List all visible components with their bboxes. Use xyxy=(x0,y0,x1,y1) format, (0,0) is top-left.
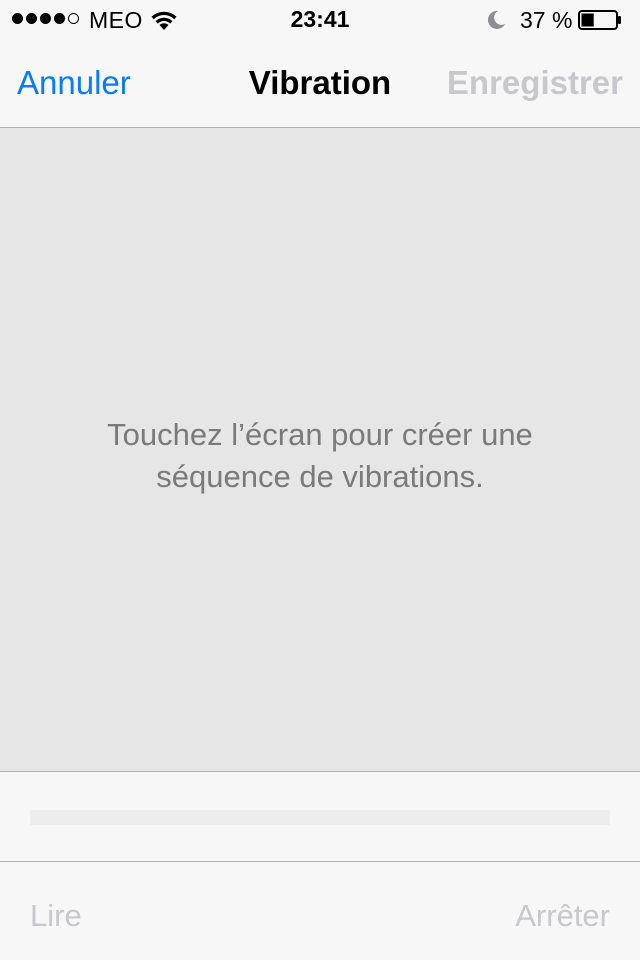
progress-section xyxy=(0,772,640,862)
battery-fill xyxy=(581,13,594,27)
vibration-touch-area[interactable]: Touchez l’écran pour créer une séquence … xyxy=(0,128,640,772)
battery-icon xyxy=(578,10,621,30)
navigation-bar: Annuler Vibration Enregistrer xyxy=(0,40,640,128)
instruction-text: Touchez l’écran pour créer une séquence … xyxy=(107,416,533,494)
cancel-button[interactable]: Annuler xyxy=(17,64,131,102)
moon-icon xyxy=(487,10,505,29)
battery-percentage: 37 % xyxy=(520,7,573,33)
save-button[interactable]: Enregistrer xyxy=(447,64,623,102)
stop-button[interactable]: Arrêter xyxy=(515,898,610,934)
vibration-editor-screen: MEO 23:41 37 % Annuler Vibration Enregis… xyxy=(0,0,640,960)
status-bar: MEO 23:41 37 % xyxy=(0,0,640,40)
recording-progress-bar xyxy=(30,810,610,825)
playback-toolbar: Lire Arrêter xyxy=(0,862,640,960)
play-button[interactable]: Lire xyxy=(30,898,82,934)
